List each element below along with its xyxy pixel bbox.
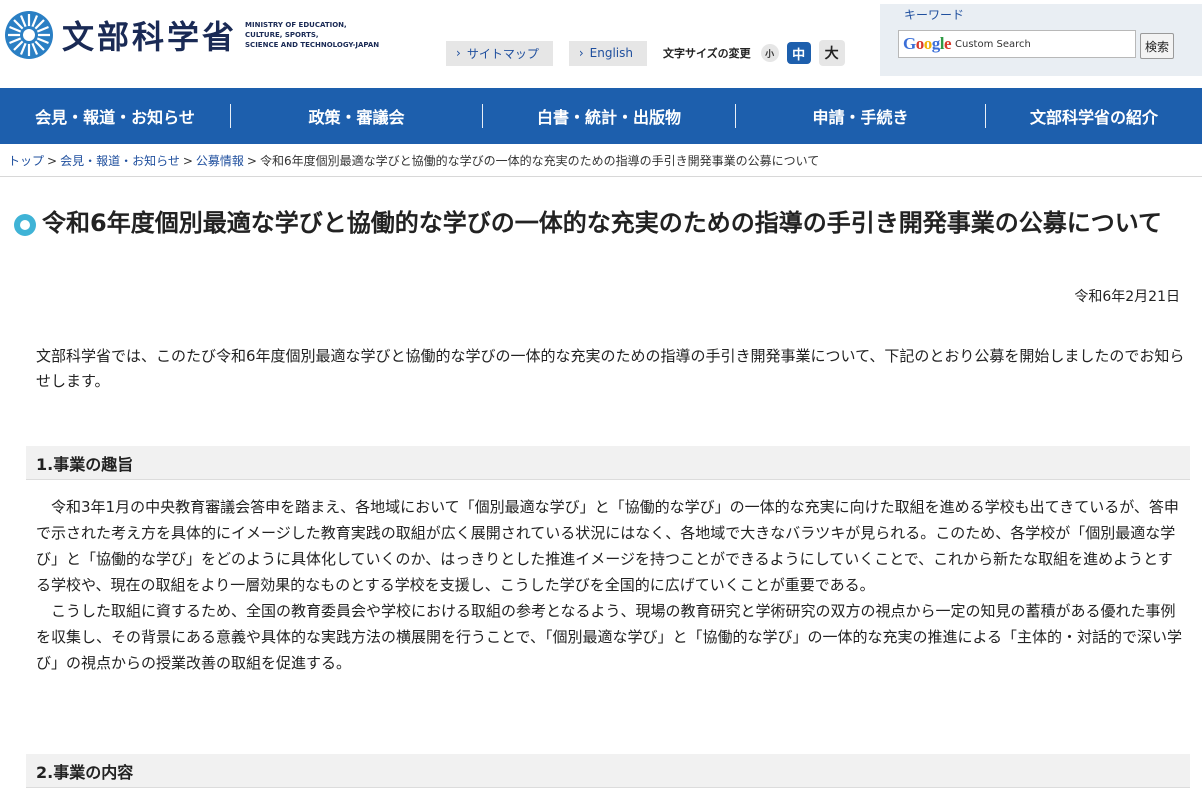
section-heading-content: 2.事業の内容 bbox=[26, 754, 1190, 788]
breadcrumb-separator-icon: > bbox=[246, 154, 257, 168]
breadcrumb: トップ > 会見・報道・お知らせ > 公募情報 > 令和6年度個別最適な学びと協働的な学びの… bbox=[8, 152, 819, 169]
mext-emblem-icon bbox=[5, 11, 53, 59]
global-navigation: 会見・報道・お知らせ 政策・審議会 白書・統計・出版物 申請・手続き 文部科学省… bbox=[0, 88, 1202, 144]
section-body-purpose: 令和3年1月の中央教育審議会答申を踏まえ、各地域において「個別最適な学び」と「協… bbox=[36, 494, 1182, 676]
page-title-block: 令和6年度個別最適な学びと協働的な学びの一体的な充実のための指導の手引き開発事業… bbox=[14, 208, 1194, 238]
logo-english-text: MINISTRY OF EDUCATION, CULTURE, SPORTS, … bbox=[245, 20, 395, 50]
page-title: 令和6年度個別最適な学びと協働的な学びの一体的な充実のための指導の手引き開発事業… bbox=[42, 209, 1162, 237]
font-size-large-button[interactable]: 大 bbox=[818, 40, 845, 66]
logo-en-line: SCIENCE AND TECHNOLOGY-JAPAN bbox=[245, 41, 380, 49]
nav-item-policy[interactable]: 政策・審議会 bbox=[231, 88, 482, 144]
intro-paragraph: 文部科学省では、このたび令和6年度個別最適な学びと協働的な学びの一体的な充実のた… bbox=[36, 347, 1185, 390]
breadcrumb-separator-icon: > bbox=[47, 154, 58, 168]
breadcrumb-link-press[interactable]: 会見・報道・お知らせ bbox=[60, 154, 180, 168]
title-bullet-icon bbox=[14, 214, 36, 236]
site-header: 文部科学省 MINISTRY OF EDUCATION, CULTURE, SP… bbox=[0, 0, 1202, 88]
font-size-label: 文字サイズの変更 bbox=[662, 47, 751, 60]
nav-item-press[interactable]: 会見・報道・お知らせ bbox=[0, 88, 230, 144]
breadcrumb-current: 令和6年度個別最適な学びと協働的な学びの一体的な充実のための指導の手引き開発事業… bbox=[259, 154, 820, 168]
breadcrumb-divider bbox=[0, 176, 1202, 177]
english-link[interactable]: › English bbox=[568, 40, 647, 66]
section-paragraph: こうした取組に資するため、全国の教育委員会や学校における取組の参考となるよう、現… bbox=[36, 602, 1183, 672]
sitemap-link-label: サイトマップ bbox=[466, 46, 539, 61]
nav-item-about[interactable]: 文部科学省の紹介 bbox=[986, 88, 1202, 144]
search-button[interactable]: 検索 bbox=[1140, 33, 1174, 59]
breadcrumb-link-koubo[interactable]: 公募情報 bbox=[196, 154, 244, 168]
logo-japanese-text: 文部科学省 bbox=[62, 18, 238, 56]
site-logo[interactable]: 文部科学省 MINISTRY OF EDUCATION, CULTURE, SP… bbox=[4, 10, 395, 60]
logo-en-line: MINISTRY OF EDUCATION, bbox=[245, 21, 347, 29]
publish-date: 令和6年2月21日 bbox=[1074, 289, 1180, 305]
search-placeholder: Custom Search bbox=[955, 38, 1031, 50]
font-size-small-button[interactable]: 小 bbox=[760, 44, 779, 62]
english-link-label: English bbox=[589, 46, 633, 60]
section-heading-purpose: 1.事業の趣旨 bbox=[26, 446, 1190, 480]
nav-item-applications[interactable]: 申請・手続き bbox=[736, 88, 985, 144]
font-size-medium-button[interactable]: 中 bbox=[786, 42, 811, 64]
search-label: キーワード bbox=[904, 8, 965, 22]
breadcrumb-link-top[interactable]: トップ bbox=[8, 154, 44, 168]
sitemap-link[interactable]: › サイトマップ bbox=[446, 40, 553, 66]
breadcrumb-separator-icon: > bbox=[182, 154, 193, 168]
chevron-right-icon: › bbox=[456, 46, 461, 60]
section-paragraph: 令和3年1月の中央教育審議会答申を踏まえ、各地域において「個別最適な学び」と「協… bbox=[36, 498, 1179, 594]
nav-item-publications[interactable]: 白書・統計・出版物 bbox=[483, 88, 735, 144]
logo-en-line: CULTURE, SPORTS, bbox=[245, 31, 319, 39]
chevron-right-icon: › bbox=[578, 46, 584, 60]
header-utility-links: › サイトマップ › English 文字サイズの変更 小 中 大 bbox=[446, 40, 853, 66]
search-panel: キーワード Google Custom Search 検索 bbox=[880, 4, 1202, 76]
search-input[interactable]: Google Custom Search bbox=[898, 30, 1136, 58]
google-logo: Google bbox=[903, 34, 952, 53]
